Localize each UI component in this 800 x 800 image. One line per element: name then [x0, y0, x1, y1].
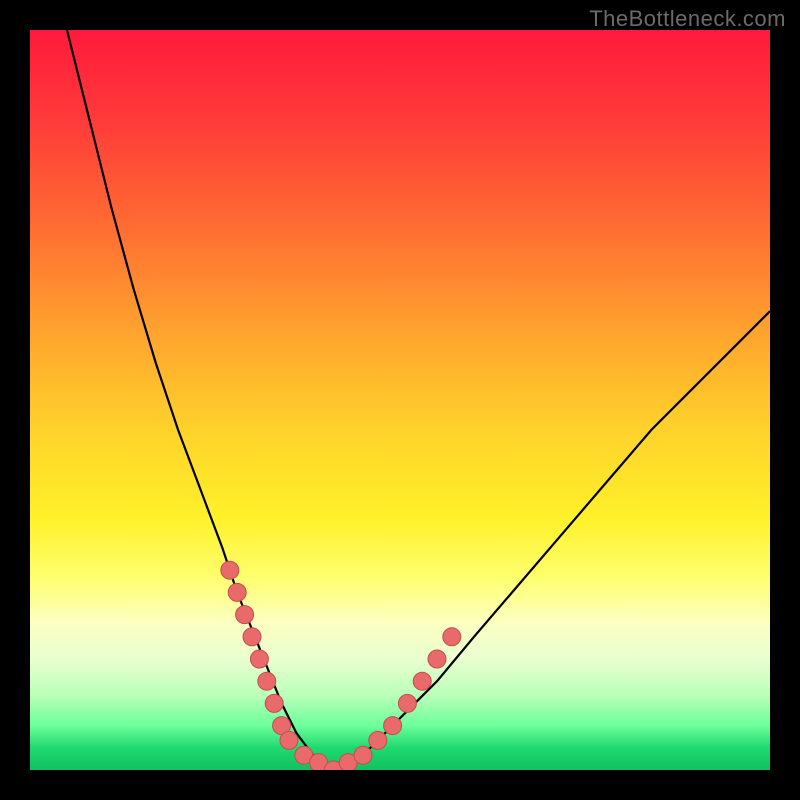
marker-point: [243, 628, 261, 646]
marker-point: [354, 746, 372, 764]
marker-point: [428, 650, 446, 668]
marker-point: [443, 628, 461, 646]
marker-point: [250, 650, 268, 668]
marker-point: [384, 717, 402, 735]
marker-point: [265, 694, 283, 712]
chart-frame: TheBottleneck.com: [0, 0, 800, 800]
bottleneck-curve: [67, 30, 770, 770]
marker-point: [221, 561, 239, 579]
marker-point: [280, 731, 298, 749]
curve-svg: [30, 30, 770, 770]
marker-group: [221, 561, 461, 770]
marker-point: [236, 606, 254, 624]
watermark-text: TheBottleneck.com: [589, 6, 786, 32]
marker-point: [258, 672, 276, 690]
marker-point: [413, 672, 431, 690]
marker-point: [228, 583, 246, 601]
marker-point: [369, 731, 387, 749]
plot-area: [30, 30, 770, 770]
marker-point: [398, 694, 416, 712]
